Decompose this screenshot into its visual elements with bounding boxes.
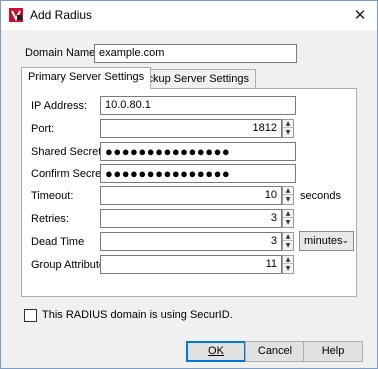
securid-checkbox[interactable] — [24, 309, 37, 322]
spinner-down-icon[interactable]: ▼ — [283, 242, 293, 250]
cancel-button[interactable]: Cancel — [245, 341, 305, 362]
ip-address-input[interactable]: 10.0.80.1 — [100, 96, 296, 115]
chevron-down-icon: ⌄ — [341, 236, 349, 246]
dead-time-unit-select[interactable]: minutes ⌄ — [299, 231, 354, 251]
spinner-down-icon[interactable]: ▼ — [283, 129, 293, 137]
spinner-up-icon[interactable]: ▲ — [283, 256, 293, 264]
timeout-unit-label: seconds — [300, 190, 341, 202]
retries-spinner[interactable]: ▲ ▼ — [282, 209, 294, 228]
add-radius-dialog: Add Radius ✕ Domain Name example.com Pri… — [0, 0, 378, 369]
help-button-label: Help — [321, 345, 345, 357]
ok-button-label: OK — [208, 345, 224, 357]
securid-label: This RADIUS domain is using SecurID. — [42, 309, 233, 321]
domain-name-label: Domain Name — [25, 47, 96, 59]
confirm-secret-input[interactable]: ●●●●●●●●●●●●●●● — [100, 164, 296, 183]
port-input[interactable]: 1812 — [100, 119, 282, 138]
timeout-input[interactable]: 10 — [100, 186, 282, 205]
spinner-up-icon[interactable]: ▲ — [283, 120, 293, 128]
shared-secret-label: Shared Secret: — [31, 146, 105, 158]
domain-name-input[interactable]: example.com — [94, 44, 297, 63]
shared-secret-input[interactable]: ●●●●●●●●●●●●●●● — [100, 142, 296, 161]
dead-time-label: Dead Time — [31, 236, 85, 248]
spinner-down-icon[interactable]: ▼ — [283, 265, 293, 273]
help-button[interactable]: Help — [303, 341, 363, 362]
spinner-up-icon[interactable]: ▲ — [283, 187, 293, 195]
cancel-button-label: Cancel — [257, 345, 293, 357]
spinner-down-icon[interactable]: ▼ — [283, 196, 293, 204]
group-attribute-label: Group Attribute: — [31, 259, 109, 271]
dead-time-spinner[interactable]: ▲ ▼ — [282, 232, 294, 251]
retries-input[interactable]: 3 — [100, 209, 282, 228]
dead-time-input[interactable]: 3 — [100, 232, 282, 251]
watchguard-app-icon — [9, 8, 23, 22]
dead-time-unit-value: minutes — [304, 235, 343, 247]
ok-button[interactable]: OK — [186, 341, 246, 362]
group-attribute-spinner[interactable]: ▲ ▼ — [282, 255, 294, 274]
tab-primary-server-settings[interactable]: Primary Server Settings — [21, 67, 152, 89]
close-icon[interactable]: ✕ — [349, 5, 371, 25]
port-label: Port: — [31, 123, 55, 135]
timeout-label: Timeout: — [31, 190, 74, 202]
spinner-up-icon[interactable]: ▲ — [283, 233, 293, 241]
confirm-secret-label: Confirm Secret: — [31, 168, 108, 180]
spinner-down-icon[interactable]: ▼ — [283, 219, 293, 227]
spinner-up-icon[interactable]: ▲ — [283, 210, 293, 218]
window-title: Add Radius — [30, 8, 93, 22]
port-spinner[interactable]: ▲ ▼ — [282, 119, 294, 138]
retries-label: Retries: — [31, 213, 69, 225]
group-attribute-input[interactable]: 11 — [100, 255, 282, 274]
ip-address-label: IP Address: — [31, 100, 88, 112]
title-bar: Add Radius ✕ — [1, 1, 377, 30]
timeout-spinner[interactable]: ▲ ▼ — [282, 186, 294, 205]
